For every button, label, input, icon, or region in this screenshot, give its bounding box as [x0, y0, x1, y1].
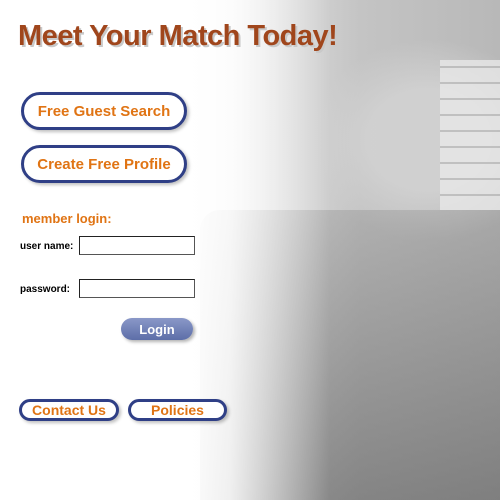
- create-free-profile-button[interactable]: Create Free Profile: [21, 145, 187, 183]
- member-login-heading: member login:: [22, 211, 112, 226]
- policies-button[interactable]: Policies: [128, 399, 227, 421]
- contact-us-button[interactable]: Contact Us: [19, 399, 119, 421]
- contact-us-label: Contact Us: [32, 402, 106, 418]
- free-guest-search-button[interactable]: Free Guest Search: [21, 92, 187, 130]
- page-title: Meet Your Match Today!: [18, 20, 338, 52]
- password-input[interactable]: [79, 279, 195, 298]
- create-free-profile-label: Create Free Profile: [37, 155, 171, 173]
- login-button[interactable]: Login: [121, 318, 193, 340]
- photo-fade-overlay: [0, 0, 500, 500]
- username-input[interactable]: [79, 236, 195, 255]
- free-guest-search-label: Free Guest Search: [37, 102, 171, 120]
- hero-photo: [0, 0, 500, 500]
- login-button-label: Login: [139, 321, 175, 337]
- username-label: user name:: [20, 241, 74, 252]
- policies-label: Policies: [151, 402, 204, 418]
- password-label: password:: [20, 284, 71, 295]
